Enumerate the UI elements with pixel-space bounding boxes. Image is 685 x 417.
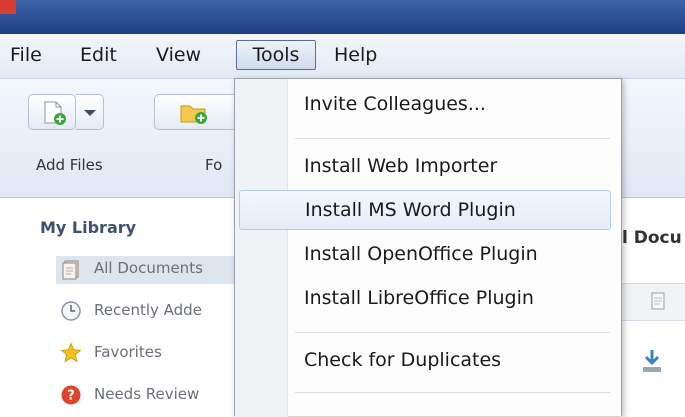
menu-icon-gutter	[235, 79, 288, 417]
add-files-dropdown[interactable]	[76, 94, 104, 130]
menu-item-install-libreoffice-plugin[interactable]: Install LibreOffice Plugin	[290, 278, 610, 318]
sidebar-item-label: Recently Adde	[94, 301, 202, 319]
sidebar: My Library All Documents Recently Adde F…	[0, 198, 237, 416]
menu-help[interactable]: Help	[328, 40, 383, 70]
menu-item-install-ms-word-plugin[interactable]: Install MS Word Plugin	[239, 190, 611, 230]
svg-text:?: ?	[67, 389, 75, 404]
download-icon[interactable]	[640, 348, 664, 374]
document-pane: l Docu	[622, 198, 685, 416]
sidebar-item-needs-review[interactable]: ? Needs Review	[60, 382, 236, 410]
menu-tools[interactable]: Tools	[236, 40, 316, 70]
column-header	[622, 283, 685, 321]
app-icon	[0, 0, 16, 14]
menu-separator	[295, 138, 610, 139]
add-folder-label: Fo	[205, 156, 223, 174]
document-column-icon	[651, 292, 665, 310]
add-files-button[interactable]	[28, 94, 76, 130]
sidebar-item-recently-added[interactable]: Recently Adde	[60, 298, 236, 326]
sidebar-item-all-documents[interactable]: All Documents	[56, 256, 236, 284]
menu-view[interactable]: View	[150, 40, 207, 70]
menu-bar: File Edit View Tools Help	[0, 34, 685, 79]
star-icon	[60, 342, 82, 363]
menu-item-install-openoffice-plugin[interactable]: Install OpenOffice Plugin	[290, 234, 610, 274]
menu-separator	[295, 332, 610, 333]
add-folder-button[interactable]	[154, 94, 234, 130]
tools-menu: Invite Colleagues... Install Web Importe…	[234, 78, 622, 417]
folder-icon	[180, 105, 207, 124]
sidebar-item-favorites[interactable]: Favorites	[60, 340, 236, 368]
menu-separator	[295, 392, 610, 393]
menu-file[interactable]: File	[4, 40, 48, 70]
pane-title: l Docu	[622, 228, 682, 248]
clock-icon	[61, 301, 81, 321]
add-file-icon	[44, 101, 66, 125]
chevron-down-icon	[84, 110, 96, 116]
documents-icon	[62, 260, 79, 280]
sidebar-item-label: Needs Review	[94, 385, 200, 403]
add-files-label: Add Files	[36, 156, 103, 174]
title-bar	[0, 0, 685, 34]
review-icon: ?	[61, 385, 81, 405]
menu-item-invite-colleagues[interactable]: Invite Colleagues...	[290, 84, 610, 124]
sidebar-item-label: Favorites	[94, 343, 162, 361]
menu-edit[interactable]: Edit	[74, 40, 123, 70]
menu-item-check-for-duplicates[interactable]: Check for Duplicates	[290, 340, 610, 380]
menu-item-install-web-importer[interactable]: Install Web Importer	[290, 146, 610, 186]
sidebar-item-label: All Documents	[94, 259, 203, 277]
library-title: My Library	[40, 218, 137, 237]
